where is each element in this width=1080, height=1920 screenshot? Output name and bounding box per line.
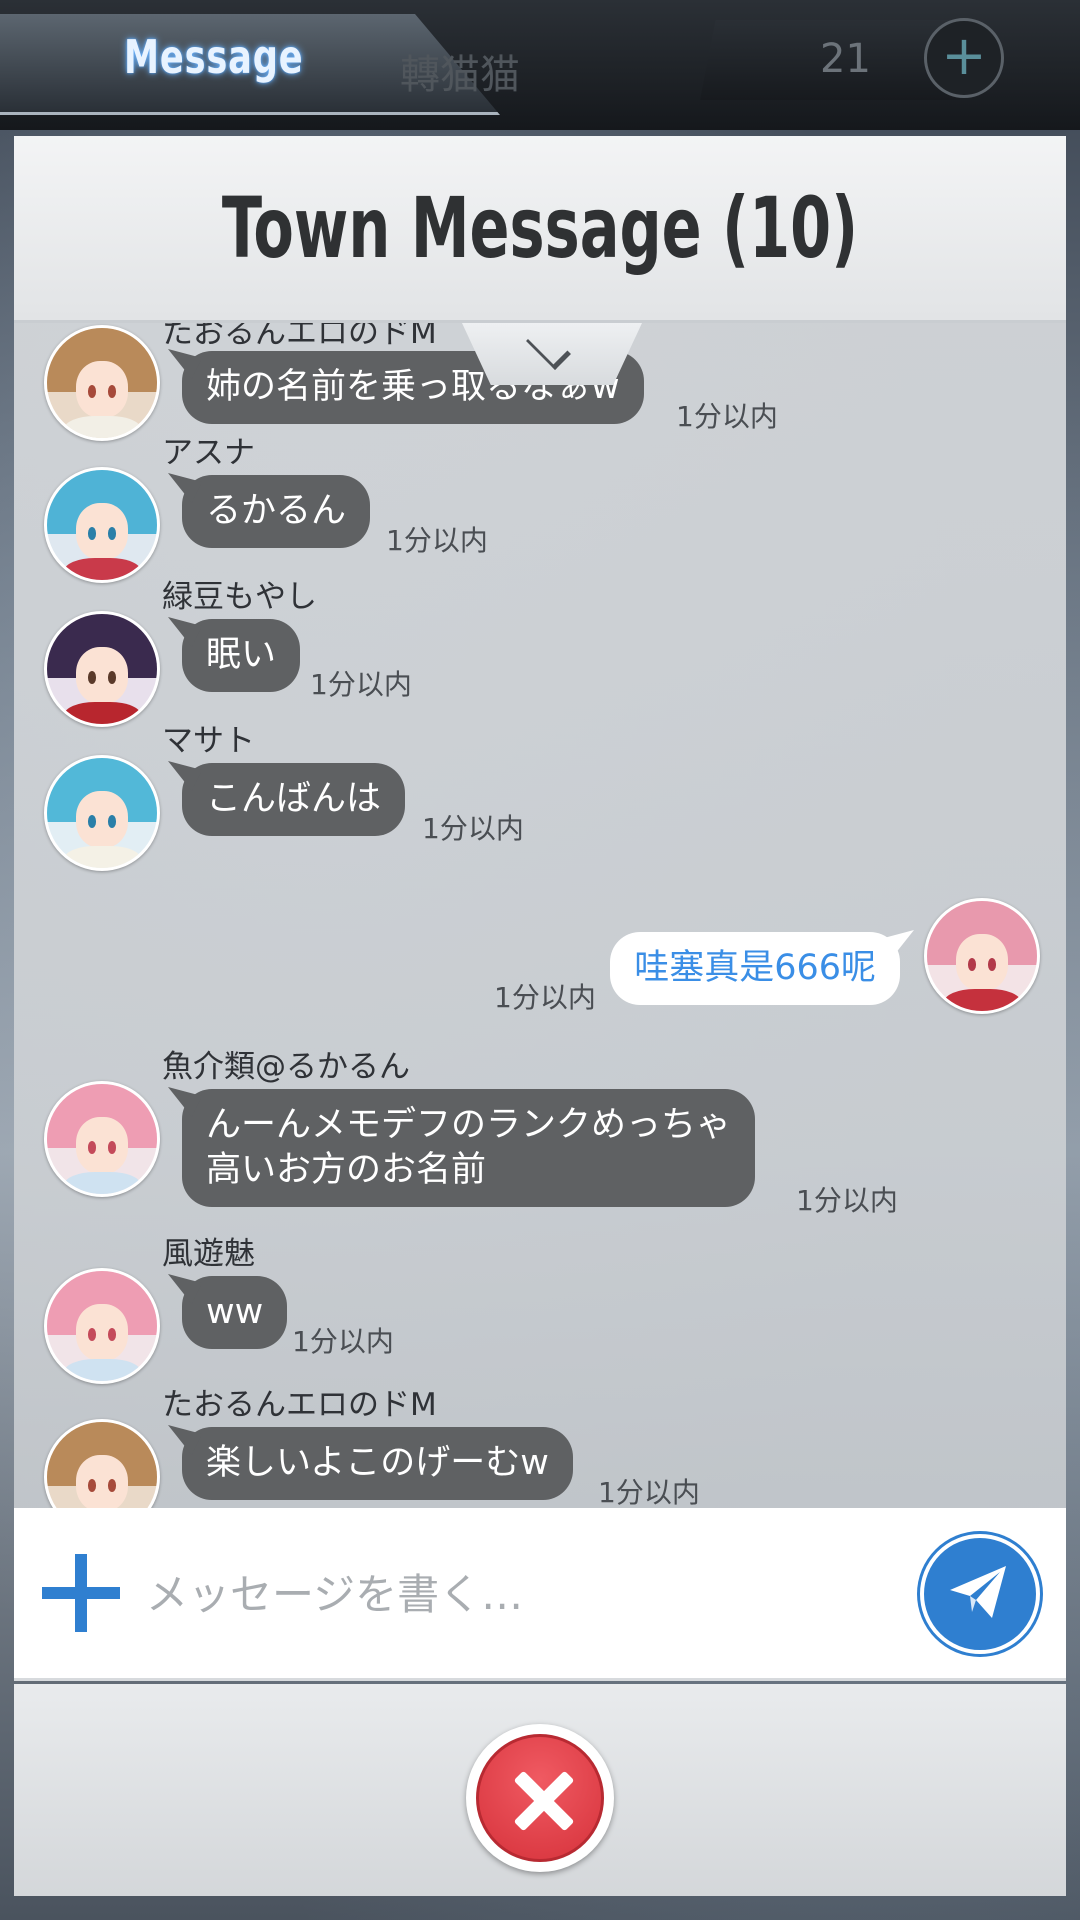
- send-button[interactable]: [920, 1534, 1040, 1654]
- message-bubble: ww: [182, 1276, 288, 1349]
- avatar[interactable]: [44, 1419, 160, 1508]
- sender-name: 風遊魅: [162, 1236, 255, 1272]
- sender-name: たおるんエロのドM: [162, 1387, 437, 1423]
- message-time: 1分以内: [292, 1325, 394, 1358]
- chat-message: 魚介類@るかるん んーんメモデフのランクめっちゃ 高いお方のお名前 1分以内: [14, 1041, 1066, 1241]
- collapse-button[interactable]: [462, 323, 642, 385]
- message-input[interactable]: [144, 1548, 888, 1640]
- sender-name: マサト: [162, 723, 255, 759]
- dialog-title: Town Message (10): [221, 179, 859, 277]
- message-line: 高いお方のお名前: [206, 1150, 487, 1190]
- avatar[interactable]: [44, 325, 160, 441]
- message-time: 1分以内: [494, 981, 596, 1014]
- plus-icon-stroke: [75, 1554, 87, 1632]
- top-bar: Message 轉猫猫 21 +: [0, 0, 1080, 130]
- message-bubble: こんばんは: [182, 763, 406, 836]
- currency-counter: 21: [820, 36, 871, 82]
- avatar[interactable]: [44, 755, 160, 871]
- message-bubble: 眠い: [182, 619, 301, 692]
- chat-message-mine: 哇塞真是666呢 1分以内: [14, 898, 1066, 1038]
- message-tab-title: Message: [124, 30, 304, 84]
- chat-message: たおるんエロのドM 楽しいよこのげーむw 1分以内: [14, 1379, 1066, 1508]
- chat-message: アスナ るかるん 1分以内: [14, 427, 1066, 583]
- avatar[interactable]: [44, 611, 160, 727]
- close-button[interactable]: [466, 1724, 614, 1872]
- chat-list[interactable]: たおるんエロのドM 姉の名前を乗っ取るなぁw 1分以内 アスナ るかるん 1分以…: [14, 323, 1066, 1508]
- sender-name: 緑豆もやし: [162, 579, 317, 615]
- avatar[interactable]: [44, 1081, 160, 1197]
- message-time: 1分以内: [422, 812, 524, 845]
- player-name: 轉猫猫: [400, 52, 520, 98]
- sender-name: アスナ: [162, 435, 255, 471]
- town-message-dialog: Town Message (10) たおるんエロのドM 姉の名前を乗っ取るなぁw…: [14, 136, 1066, 1896]
- dialog-footer: [14, 1684, 1066, 1896]
- attach-button[interactable]: [42, 1554, 120, 1632]
- dialog-header: Town Message (10): [14, 136, 1066, 323]
- sender-name: 魚介類@るかるん: [162, 1049, 410, 1085]
- chat-message: 緑豆もやし 眠い 1分以内: [14, 571, 1066, 727]
- message-bubble: 楽しいよこのげーむw: [182, 1427, 573, 1500]
- message-time: 1分以内: [598, 1476, 700, 1508]
- message-bubble: んーんメモデフのランクめっちゃ 高いお方のお名前: [182, 1089, 756, 1207]
- message-time: 1分以内: [386, 524, 488, 557]
- add-currency-button[interactable]: +: [924, 18, 1004, 98]
- message-time: 1分以内: [310, 668, 412, 701]
- chat-message: マサト こんばんは 1分以内: [14, 715, 1066, 871]
- message-line: んーんメモデフのランクめっちゃ: [206, 1105, 732, 1145]
- chevron-down-icon: [526, 325, 571, 370]
- message-bubble: るかるん: [182, 475, 371, 548]
- paper-plane-icon: [950, 1566, 1006, 1618]
- close-icon: [476, 1734, 604, 1862]
- avatar[interactable]: [44, 1268, 160, 1384]
- avatar[interactable]: [44, 467, 160, 583]
- sender-name: たおるんエロのドM: [162, 323, 437, 351]
- message-input-bar: [14, 1508, 1066, 1681]
- chat-message: 風遊魅 ww 1分以内: [14, 1228, 1066, 1384]
- message-time: 1分以内: [796, 1184, 898, 1217]
- my-avatar[interactable]: [924, 898, 1040, 1014]
- my-message-bubble: 哇塞真是666呢: [610, 932, 900, 1005]
